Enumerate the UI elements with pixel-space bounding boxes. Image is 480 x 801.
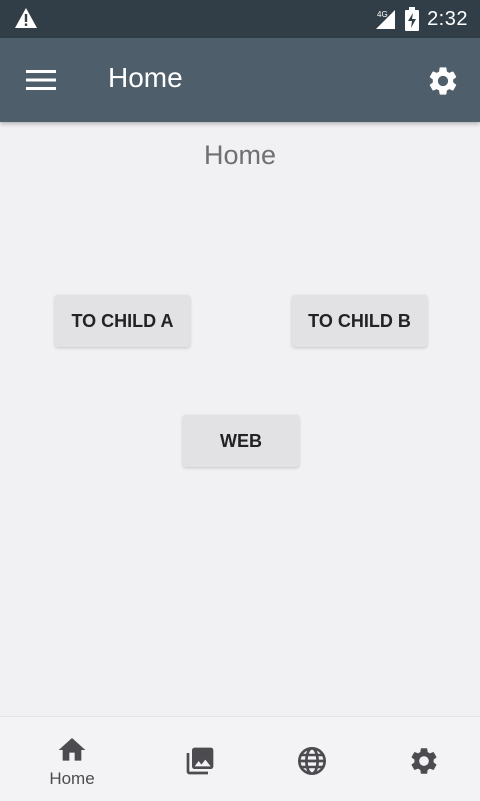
status-icons: 4G 2:32 — [373, 0, 468, 38]
nav-item-gallery[interactable] — [140, 717, 260, 801]
to-child-b-button[interactable]: TO CHILD B — [292, 295, 427, 347]
status-bar: 4G 2:32 — [0, 0, 480, 38]
hamburger-menu-icon[interactable] — [26, 68, 58, 92]
battery-icon — [405, 7, 420, 31]
web-button[interactable]: WEB — [183, 415, 299, 467]
home-icon — [58, 738, 86, 761]
nav-item-home-label: Home — [49, 769, 95, 788]
globe-icon — [298, 747, 326, 775]
nav-item-settings[interactable] — [364, 717, 480, 801]
page-heading: Home — [203, 140, 277, 170]
network-type-label: 4G — [377, 10, 388, 19]
app-bar: Home — [0, 38, 480, 122]
nav-item-home[interactable]: Home — [12, 717, 132, 801]
to-child-a-button[interactable]: TO CHILD A — [55, 295, 190, 347]
nav-item-web[interactable] — [252, 717, 372, 801]
photo-library-icon — [186, 747, 214, 775]
gear-icon[interactable] — [426, 64, 460, 98]
bottom-navigation: Home — [0, 716, 480, 801]
app-bar-title: Home — [108, 62, 183, 93]
warning-icon — [15, 8, 37, 28]
signal-icon: 4G — [376, 10, 396, 29]
gear-icon — [411, 748, 437, 774]
status-time: 2:32 — [427, 7, 468, 30]
